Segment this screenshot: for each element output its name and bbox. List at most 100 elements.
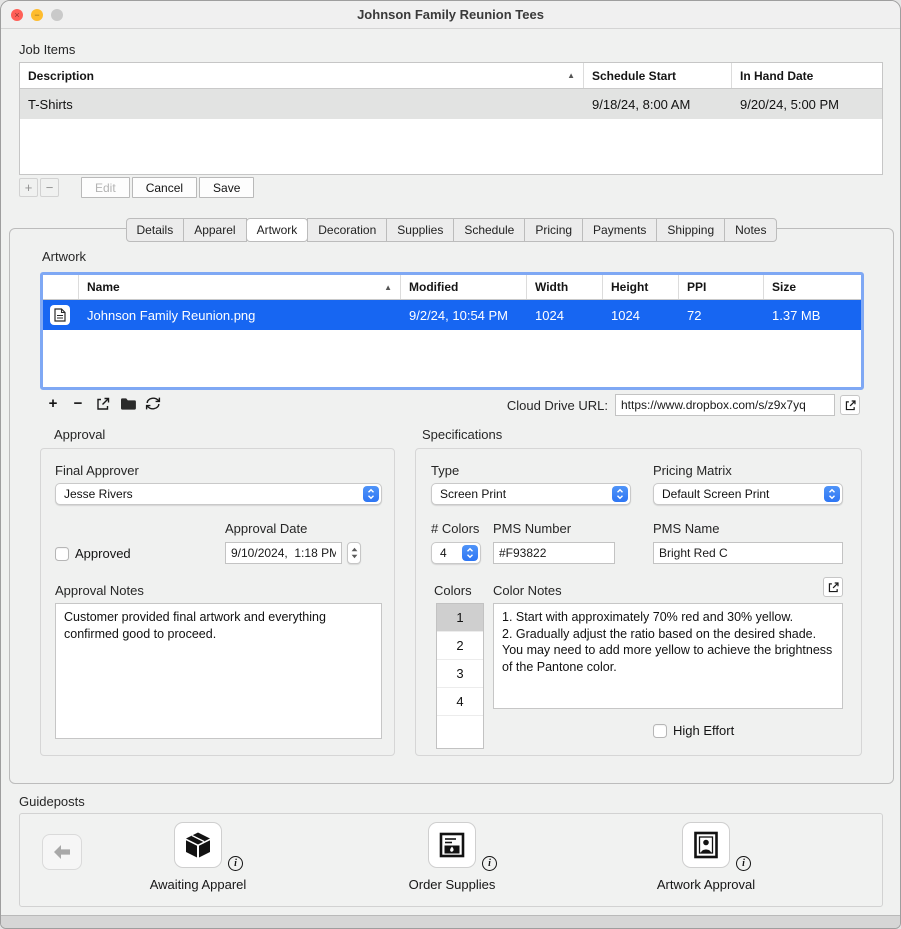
artwork-row-icon-cell [43, 305, 79, 325]
column-header-schedule-start[interactable]: Schedule Start [584, 63, 732, 88]
column-header-ppi[interactable]: PPI [679, 275, 764, 299]
add-artwork-button[interactable]: + [44, 394, 62, 413]
high-effort-checkbox[interactable] [653, 724, 667, 738]
remove-job-item-button[interactable]: − [40, 178, 59, 197]
type-label: Type [431, 463, 459, 478]
approved-checkbox-row: Approved [55, 546, 131, 561]
approved-label: Approved [75, 546, 131, 561]
titlebar: Johnson Family Reunion Tees [1, 1, 900, 29]
color-list-item[interactable]: 4 [437, 688, 483, 716]
approved-checkbox[interactable] [55, 547, 69, 561]
final-approver-value: Jesse Rivers [64, 487, 133, 501]
popup-chevrons-icon [462, 545, 478, 561]
tab-supplies[interactable]: Supplies [386, 218, 454, 242]
pms-number-input[interactable] [493, 542, 615, 564]
zoom-icon[interactable] [51, 9, 63, 21]
job-items-header: Description ▲ Schedule Start In Hand Dat… [20, 63, 882, 89]
save-button[interactable]: Save [199, 177, 254, 198]
open-color-notes-button[interactable] [823, 577, 843, 597]
table-row[interactable]: T-Shirts 9/18/24, 8:00 AM 9/20/24, 5:00 … [20, 89, 882, 119]
approval-group: Final Approver Jesse Rivers Approval Dat… [40, 448, 395, 756]
tab-details[interactable]: Details [126, 218, 185, 242]
sort-asc-icon: ▲ [563, 71, 575, 80]
portrait-icon [691, 830, 721, 860]
color-list-item[interactable]: 1 [437, 604, 483, 632]
guidepost-label: Awaiting Apparel [118, 877, 278, 892]
column-header-name[interactable]: Name ▲ [79, 275, 401, 299]
artwork-modified: 9/2/24, 10:54 PM [401, 308, 527, 323]
column-header-size[interactable]: Size [764, 275, 861, 299]
pricing-matrix-select[interactable]: Default Screen Print [653, 483, 843, 505]
artwork-width: 1024 [527, 308, 603, 323]
guidepost-label: Order Supplies [372, 877, 532, 892]
approval-date-input[interactable] [225, 542, 342, 564]
package-icon [183, 830, 213, 860]
column-header-label: Modified [409, 280, 458, 294]
folder-icon[interactable] [119, 394, 137, 413]
column-header-label: Height [611, 280, 648, 294]
supplies-icon [437, 830, 467, 860]
color-notes-textarea[interactable]: 1. Start with approximately 70% red and … [493, 603, 843, 709]
color-list-item[interactable]: 3 [437, 660, 483, 688]
back-arrow-button[interactable] [42, 834, 82, 870]
tab-notes[interactable]: Notes [724, 218, 777, 242]
job-item-description: T-Shirts [20, 97, 584, 112]
pms-name-input[interactable] [653, 542, 843, 564]
guidepost-awaiting-apparel: Awaiting Apparel [118, 822, 278, 892]
job-detail-panel: Details Apparel Artwork Decoration Suppl… [9, 228, 894, 784]
refresh-icon[interactable] [144, 394, 162, 413]
tab-payments[interactable]: Payments [582, 218, 657, 242]
artwork-row-selected[interactable]: Johnson Family Reunion.png 9/2/24, 10:54… [43, 300, 861, 330]
edit-button[interactable]: Edit [81, 177, 130, 198]
colors-label: Colors [434, 583, 472, 598]
job-items-section-label: Job Items [19, 42, 75, 57]
tab-pricing[interactable]: Pricing [524, 218, 583, 242]
minimize-icon[interactable] [31, 9, 43, 21]
final-approver-select[interactable]: Jesse Rivers [55, 483, 382, 505]
status-bar [1, 915, 900, 928]
column-header-label: Name [87, 280, 120, 294]
info-icon[interactable] [228, 856, 243, 871]
num-colors-select[interactable]: 4 [431, 542, 481, 564]
tab-schedule[interactable]: Schedule [453, 218, 525, 242]
num-colors-value: 4 [440, 546, 447, 560]
window-title: Johnson Family Reunion Tees [357, 7, 544, 22]
num-colors-label: # Colors [431, 521, 479, 536]
pricing-matrix-label: Pricing Matrix [653, 463, 732, 478]
artwork-ppi: 72 [679, 308, 764, 323]
info-icon[interactable] [482, 856, 497, 871]
cloud-drive-url-input[interactable] [615, 394, 835, 416]
cancel-button[interactable]: Cancel [132, 177, 197, 198]
tab-bar: Details Apparel Artwork Decoration Suppl… [10, 218, 893, 242]
column-header-modified[interactable]: Modified [401, 275, 527, 299]
approval-notes-textarea[interactable]: Customer provided final artwork and ever… [55, 603, 382, 739]
awaiting-apparel-button[interactable] [174, 822, 222, 868]
order-supplies-button[interactable] [428, 822, 476, 868]
column-header-width[interactable]: Width [527, 275, 603, 299]
column-header-height[interactable]: Height [603, 275, 679, 299]
export-artwork-icon[interactable] [94, 394, 112, 413]
column-header-label: In Hand Date [740, 69, 813, 83]
column-header-description[interactable]: Description ▲ [20, 63, 584, 88]
artwork-approval-button[interactable] [682, 822, 730, 868]
job-item-schedule-start: 9/18/24, 8:00 AM [584, 97, 732, 112]
color-list-item[interactable]: 2 [437, 632, 483, 660]
info-icon[interactable] [736, 856, 751, 871]
column-header-in-hand-date[interactable]: In Hand Date [732, 63, 882, 88]
add-job-item-button[interactable]: + [19, 178, 38, 197]
type-select[interactable]: Screen Print [431, 483, 631, 505]
artwork-header: Name ▲ Modified Width Height PPI Size [43, 275, 861, 300]
date-stepper[interactable] [347, 542, 361, 564]
open-cloud-url-button[interactable] [840, 395, 860, 415]
popup-chevrons-icon [612, 486, 628, 502]
remove-artwork-button[interactable]: − [69, 394, 87, 413]
tab-shipping[interactable]: Shipping [656, 218, 725, 242]
close-icon[interactable] [11, 9, 23, 21]
tab-artwork[interactable]: Artwork [246, 218, 309, 242]
job-item-in-hand-date: 9/20/24, 5:00 PM [732, 97, 882, 112]
tab-apparel[interactable]: Apparel [183, 218, 246, 242]
high-effort-checkbox-row: High Effort [653, 723, 734, 738]
tab-decoration[interactable]: Decoration [307, 218, 387, 242]
artwork-size: 1.37 MB [764, 308, 861, 323]
final-approver-label: Final Approver [55, 463, 139, 478]
